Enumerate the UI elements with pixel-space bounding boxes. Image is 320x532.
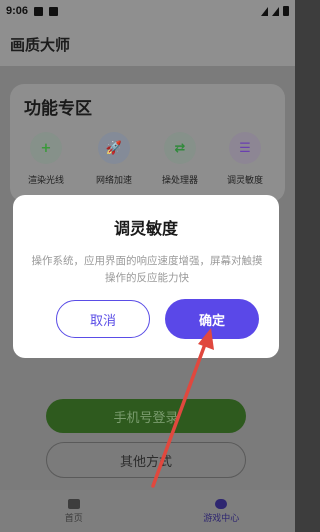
- feature-render-light[interactable]: + 渲染光线: [18, 132, 74, 186]
- gamepad-icon: [215, 498, 228, 509]
- feature-label: 调灵敏度: [226, 176, 263, 186]
- plus-icon: +: [30, 132, 62, 164]
- image-notification-icon: [34, 6, 44, 16]
- app-bar: 画质大师: [0, 22, 295, 66]
- feature-sensitivity[interactable]: ☰ 调灵敏度: [217, 132, 273, 186]
- tab-label: 首页: [64, 513, 83, 524]
- bottom-tab-bar: 首页 游戏中心: [0, 490, 295, 532]
- feature-processor[interactable]: ⇄ 操处理器: [152, 132, 208, 186]
- swap-arrows-icon: ⇄: [164, 132, 196, 164]
- feature-network-boost[interactable]: 🚀 网络加速: [86, 132, 142, 186]
- status-bar: 9:06: [0, 0, 295, 22]
- dialog-title: 调灵敏度: [113, 219, 178, 238]
- sensitivity-dialog: 调灵敏度 操作系统，应用界面的响应速度增强，屏幕对触摸操作的反应能力快 取消 确…: [13, 195, 279, 358]
- cancel-button[interactable]: 取消: [56, 300, 150, 338]
- feature-card-title: 功能专区: [24, 99, 92, 119]
- feature-label: 操处理器: [161, 176, 198, 186]
- feature-label: 网络加速: [95, 176, 132, 186]
- phone-login-button[interactable]: 手机号登录: [46, 399, 246, 433]
- status-time: 9:06: [6, 5, 29, 17]
- home-icon: [67, 498, 80, 509]
- app-title: 画质大师: [10, 35, 71, 54]
- battery-icon: [283, 6, 289, 16]
- wifi-icon: [261, 6, 268, 16]
- other-login-button[interactable]: 其他方式: [46, 442, 246, 478]
- feature-label: 渲染光线: [27, 176, 64, 186]
- tab-home[interactable]: 首页: [0, 490, 148, 532]
- sliders-icon: ☰: [229, 132, 261, 164]
- feature-card: 功能专区 + 渲染光线 🚀 网络加速 ⇄ 操处理器 ☰ 调灵敏度: [10, 84, 285, 202]
- tab-label: 游戏中心: [203, 513, 240, 524]
- confirm-button[interactable]: 确定: [165, 299, 259, 339]
- signal-icon: [272, 6, 279, 16]
- app-notification-icon: [49, 6, 59, 16]
- rocket-icon: 🚀: [98, 132, 130, 164]
- tab-game-center[interactable]: 游戏中心: [148, 490, 296, 532]
- dialog-message: 操作系统，应用界面的响应速度增强，屏幕对触摸操作的反应能力快: [31, 255, 263, 284]
